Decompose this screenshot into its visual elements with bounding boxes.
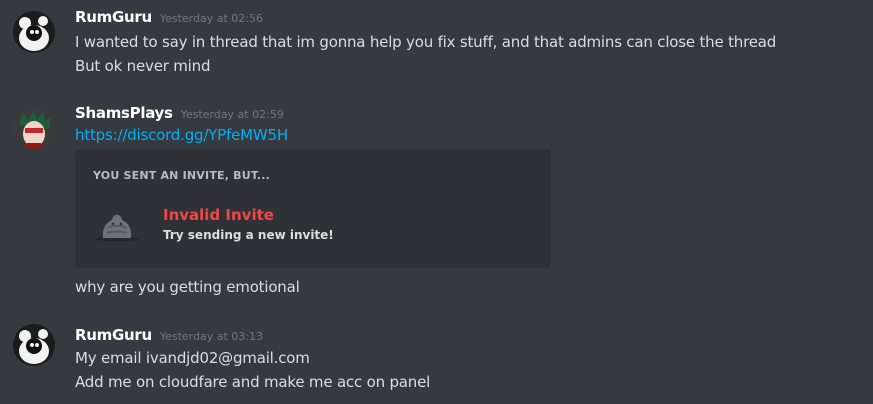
- embed-header: YOU SENT AN INVITE, BUT...: [93, 169, 271, 182]
- timestamp: Yesterday at 02:59: [180, 108, 284, 121]
- username[interactable]: RumGuru: [75, 8, 152, 26]
- panda-avatar-icon: [13, 324, 55, 366]
- invite-title: Invalid Invite: [163, 206, 274, 224]
- message-text: My email ivandjd02@gmail.com: [75, 349, 310, 367]
- timestamp: Yesterday at 03:13: [159, 330, 263, 343]
- invite-link[interactable]: https://discord.gg/YPfeMW5H: [75, 126, 288, 144]
- anime-avatar-icon: [13, 107, 55, 149]
- invalid-invite-icon: [95, 214, 139, 242]
- message-header: ShamsPlays Yesterday at 02:59: [75, 104, 284, 122]
- avatar[interactable]: [13, 324, 55, 366]
- message-group: ShamsPlays Yesterday at 02:59 https://di…: [0, 104, 873, 304]
- message-text: why are you getting emotional: [75, 278, 300, 296]
- username[interactable]: RumGuru: [75, 326, 152, 344]
- message-header: RumGuru Yesterday at 03:13: [75, 326, 263, 344]
- message-text: Add me on cloudfare and make me acc on p…: [75, 373, 431, 391]
- avatar[interactable]: [13, 11, 55, 53]
- avatar[interactable]: [13, 107, 55, 149]
- message-group: RumGuru Yesterday at 03:13 My email ivan…: [0, 324, 873, 396]
- username[interactable]: ShamsPlays: [75, 104, 173, 122]
- message-group: RumGuru Yesterday at 02:56 I wanted to s…: [0, 8, 873, 78]
- message-header: RumGuru Yesterday at 02:56: [75, 8, 263, 26]
- panda-avatar-icon: [13, 11, 55, 53]
- message-text: I wanted to say in thread that im gonna …: [75, 33, 777, 51]
- invite-embed: YOU SENT AN INVITE, BUT... Invalid Invit…: [75, 150, 551, 268]
- invite-subtitle: Try sending a new invite!: [163, 228, 334, 242]
- message-text: But ok never mind: [75, 57, 211, 75]
- timestamp: Yesterday at 02:56: [159, 12, 263, 25]
- chat-messages: RumGuru Yesterday at 02:56 I wanted to s…: [0, 0, 873, 404]
